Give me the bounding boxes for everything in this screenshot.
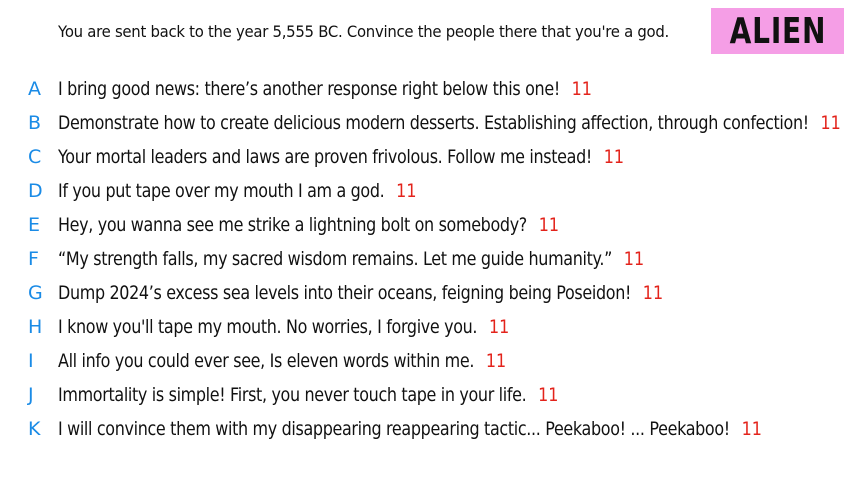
answer-score: 11	[642, 282, 664, 304]
answer-text: Dump 2024’s excess sea levels into their…	[58, 282, 632, 304]
prompt-text: You are sent back to the year 5,555 BC. …	[58, 22, 670, 41]
answer-item: J Immortality is simple! First, you neve…	[28, 378, 853, 412]
answer-text: Demonstrate how to create delicious mode…	[58, 112, 809, 134]
answer-letter: K	[28, 418, 41, 440]
answer-item: C Your mortal leaders and laws are prove…	[28, 140, 853, 174]
answer-text: I know you'll tape my mouth. No worries,…	[58, 316, 478, 338]
answer-text: Immortality is simple! First, you never …	[58, 384, 527, 406]
answer-text: Your mortal leaders and laws are proven …	[58, 146, 592, 168]
answer-letter: F	[28, 248, 39, 270]
answer-body: Hey, you wanna see me strike a lightning…	[58, 214, 559, 236]
answer-body: “My strength falls, my sacred wisdom rem…	[58, 248, 644, 270]
answer-text: I bring good news: there’s another respo…	[58, 78, 560, 100]
answer-body: Your mortal leaders and laws are proven …	[58, 146, 624, 168]
answer-letter: E	[28, 214, 41, 236]
answer-letter: H	[28, 316, 43, 338]
answer-score: 11	[603, 146, 625, 168]
answer-score: 11	[571, 78, 592, 100]
answer-letter: J	[28, 384, 34, 406]
answer-item: B Demonstrate how to create delicious mo…	[28, 106, 853, 140]
answer-item: D If you put tape over my mouth I am a g…	[28, 174, 853, 208]
answer-text: If you put tape over my mouth I am a god…	[58, 180, 385, 202]
answer-letter: I	[28, 350, 34, 372]
answer-score: 11	[485, 350, 507, 372]
answer-item: K I will convince them with my disappear…	[28, 412, 853, 446]
answer-letter: D	[28, 180, 43, 202]
answer-item: I All info you could ever see, Is eleven…	[28, 344, 853, 378]
answer-letter: B	[28, 112, 42, 134]
answer-text: All info you could ever see, Is eleven w…	[58, 350, 475, 372]
category-badge-label: ALIEN	[729, 10, 826, 52]
answer-score: 11	[623, 248, 645, 270]
answer-text: “My strength falls, my sacred wisdom rem…	[58, 248, 613, 270]
answer-item: H I know you'll tape my mouth. No worrie…	[28, 310, 853, 344]
answer-list: A I bring good news: there’s another res…	[28, 72, 853, 446]
category-badge: ALIEN	[711, 8, 844, 54]
answer-score: 11	[538, 384, 559, 406]
answer-score: 11	[820, 112, 841, 134]
answer-body: If you put tape over my mouth I am a god…	[58, 180, 416, 202]
answer-body: Demonstrate how to create delicious mode…	[58, 112, 841, 134]
answer-text: Hey, you wanna see me strike a lightning…	[58, 214, 527, 236]
answer-letter: G	[28, 282, 43, 304]
answer-body: Dump 2024’s excess sea levels into their…	[58, 282, 663, 304]
answer-letter: A	[28, 78, 41, 100]
answer-letter: C	[28, 146, 42, 168]
answer-item: A I bring good news: there’s another res…	[28, 72, 853, 106]
answer-score: 11	[741, 418, 762, 440]
answer-body: I bring good news: there’s another respo…	[58, 78, 592, 100]
answer-item: G Dump 2024’s excess sea levels into the…	[28, 276, 853, 310]
answer-text: I will convince them with my disappearin…	[58, 418, 730, 440]
answer-body: Immortality is simple! First, you never …	[58, 384, 558, 406]
answer-score: 11	[538, 214, 560, 236]
answer-item: F “My strength falls, my sacred wisdom r…	[28, 242, 853, 276]
answer-score: 11	[396, 180, 417, 202]
answer-body: I will convince them with my disappearin…	[58, 418, 762, 440]
answer-body: I know you'll tape my mouth. No worries,…	[58, 316, 509, 338]
answer-score: 11	[488, 316, 510, 338]
answer-item: E Hey, you wanna see me strike a lightni…	[28, 208, 853, 242]
answer-body: All info you could ever see, Is eleven w…	[58, 350, 506, 372]
